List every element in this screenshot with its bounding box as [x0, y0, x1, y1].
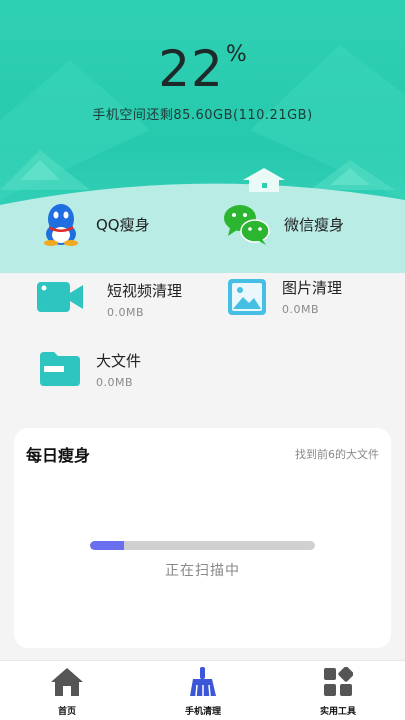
wechat-icon: [224, 205, 270, 245]
percent-value: 22: [158, 40, 224, 98]
find-large-files-link[interactable]: 找到前6的大文件: [295, 446, 379, 462]
video-camera-icon: [37, 282, 83, 312]
qq-penguin-icon: [44, 204, 78, 246]
daily-slim-card: 每日瘦身 找到前6的大文件 正在扫描中: [14, 428, 391, 648]
storage-remaining-text: 手机空间还剩85.60GB(110.21GB): [92, 108, 313, 123]
tab-phone-clean-label: 手机清理: [184, 707, 221, 717]
tab-phone-clean[interactable]: 手机清理: [158, 667, 248, 717]
large-file-title: 大文件: [96, 352, 142, 370]
storage-hero: 22% 手机空间还剩85.60GB(110.21GB) QQ瘦身 微信瘦身: [0, 0, 405, 273]
scan-progress-fill: [90, 541, 124, 550]
image-icon: [228, 279, 266, 315]
scan-status-text: 正在扫描中: [165, 563, 240, 579]
tab-home-label: 首页: [57, 707, 76, 717]
tab-home[interactable]: 首页: [22, 667, 112, 717]
large-file-size: 0.0MB: [96, 376, 134, 389]
tab-tools-label: 实用工具: [319, 707, 356, 717]
qq-slim-button[interactable]: QQ瘦身: [40, 200, 150, 248]
wechat-slim-label: 微信瘦身: [284, 215, 345, 234]
wechat-slim-button[interactable]: 微信瘦身: [222, 200, 344, 248]
short-video-clean-item[interactable]: 短视频清理 0.0MB: [37, 282, 182, 319]
apps-grid-icon: [324, 666, 354, 696]
percent-sign: %: [225, 42, 247, 67]
scan-progress-bar: [90, 541, 315, 550]
short-video-size: 0.0MB: [107, 306, 145, 319]
qq-slim-label: QQ瘦身: [96, 215, 150, 234]
broom-icon: [190, 667, 216, 697]
slim-row: QQ瘦身 微信瘦身: [0, 200, 405, 250]
large-file-item[interactable]: 大文件 0.0MB: [40, 352, 141, 389]
tab-tools[interactable]: 实用工具: [293, 666, 383, 717]
daily-slim-title: 每日瘦身: [26, 446, 91, 465]
image-clean-item[interactable]: 图片清理 0.0MB: [228, 279, 342, 316]
image-clean-size: 0.0MB: [282, 303, 320, 316]
house-icon: [243, 168, 285, 192]
image-clean-title: 图片清理: [282, 279, 343, 297]
used-percentage: 22%: [0, 40, 405, 98]
folder-icon: [40, 352, 80, 386]
short-video-title: 短视频清理: [107, 282, 183, 300]
bottom-tab-bar: 首页 手机清理 实用工具: [0, 660, 405, 720]
home-icon: [51, 668, 83, 696]
